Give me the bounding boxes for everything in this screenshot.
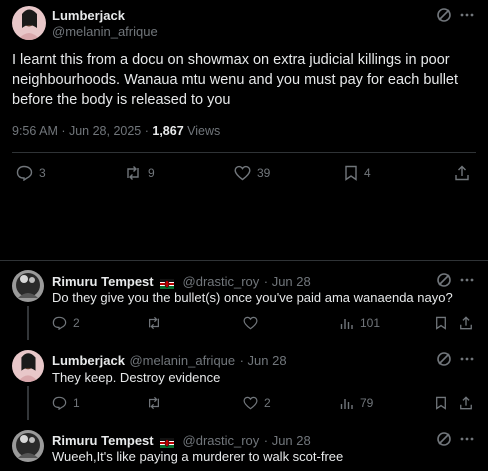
reply-text: Wueeh,It's like paying a murderer to wal…	[52, 449, 344, 464]
avatar[interactable]	[12, 6, 46, 40]
repost-button[interactable]	[146, 396, 162, 410]
author-name[interactable]: Rimuru Tempest	[52, 274, 154, 289]
reply-button[interactable]: 3	[16, 165, 46, 181]
reply-count: 2	[73, 316, 80, 330]
author-handle[interactable]: @drastic_roy	[183, 274, 260, 289]
more-icon[interactable]	[460, 8, 474, 27]
like-button[interactable]: 39	[234, 165, 270, 181]
repost-icon	[127, 166, 139, 180]
bookmark-icon[interactable]	[435, 396, 447, 415]
grok-icon[interactable]	[436, 351, 452, 372]
repost-button[interactable]	[146, 316, 162, 330]
avatar[interactable]	[12, 350, 44, 382]
share-icon[interactable]	[459, 316, 473, 335]
thread-line	[27, 306, 29, 340]
grok-icon[interactable]	[436, 431, 452, 452]
views-label: Views	[187, 124, 221, 138]
bookmark-icon[interactable]	[435, 316, 447, 335]
repost-icon	[149, 316, 159, 330]
like-count: 2	[264, 396, 271, 410]
avatar[interactable]	[12, 430, 44, 462]
reply-icon	[16, 165, 33, 181]
post-text: I learnt this from a docu on showmax on …	[12, 52, 459, 108]
like-icon	[243, 396, 258, 410]
author-handle[interactable]: @drastic_roy	[183, 433, 260, 448]
thread-line	[27, 386, 29, 420]
more-icon[interactable]	[460, 432, 474, 451]
divider	[0, 260, 488, 261]
views-count: 1,867	[152, 124, 184, 138]
views-count: 79	[360, 396, 374, 410]
reply-text: Do they give you the bullet(s) once you'…	[52, 290, 453, 305]
reply-icon	[52, 316, 67, 330]
share-icon[interactable]	[459, 396, 473, 415]
reply-date[interactable]: · Jun 28	[264, 274, 311, 289]
views-button[interactable]: 79	[340, 396, 373, 410]
bookmark-icon	[345, 165, 357, 181]
reply-header: Rimuru Tempest @drastic_roy · Jun 28	[52, 432, 311, 450]
views-button[interactable]: 101	[340, 316, 380, 330]
author-name[interactable]: Lumberjack	[52, 8, 125, 23]
divider	[12, 152, 476, 153]
like-button[interactable]	[243, 316, 258, 330]
reply-count: 1	[73, 396, 80, 410]
reply-button[interactable]: 2	[52, 316, 80, 330]
more-icon[interactable]	[460, 352, 474, 371]
author-name[interactable]: Rimuru Tempest	[52, 433, 154, 448]
share-button[interactable]	[454, 165, 470, 181]
kenya-flag	[160, 435, 175, 448]
reply-header: Lumberjack @melanin_afrique · Jun 28	[52, 352, 287, 370]
post-meta: 9:56 AM · Jun 28, 2025 · 1,867 Views	[12, 124, 220, 138]
views-count: 101	[360, 316, 381, 330]
reply-button[interactable]: 1	[52, 396, 80, 410]
grok-icon[interactable]	[436, 7, 452, 28]
reply-date[interactable]: · Jun 28	[240, 353, 287, 368]
bookmark-count: 4	[364, 166, 371, 180]
like-button[interactable]: 2	[243, 396, 271, 410]
like-icon	[243, 316, 258, 330]
author-handle[interactable]: @melanin_afrique	[52, 24, 158, 39]
like-icon	[234, 165, 251, 181]
like-count: 39	[257, 166, 271, 180]
post-time[interactable]: 9:56 AM · Jun 28, 2025 ·	[12, 124, 152, 138]
kenya-flag	[160, 276, 175, 289]
author-name[interactable]: Lumberjack	[52, 353, 125, 368]
repost-button[interactable]: 9	[124, 165, 155, 181]
share-icon	[455, 165, 469, 181]
views-icon	[340, 319, 353, 329]
more-icon[interactable]	[460, 273, 474, 292]
reply-date[interactable]: · Jun 28	[264, 433, 311, 448]
bookmark-button[interactable]: 4	[344, 165, 371, 181]
reply-icon	[52, 396, 67, 410]
avatar[interactable]	[12, 270, 44, 302]
repost-icon	[149, 396, 159, 410]
reply-header: Rimuru Tempest @drastic_roy · Jun 28	[52, 273, 311, 291]
repost-count: 9	[148, 166, 155, 180]
reply-text: They keep. Destroy evidence	[52, 370, 221, 385]
views-icon	[340, 399, 353, 409]
author-handle[interactable]: @melanin_afrique	[129, 353, 235, 368]
reply-count: 3	[39, 166, 46, 180]
